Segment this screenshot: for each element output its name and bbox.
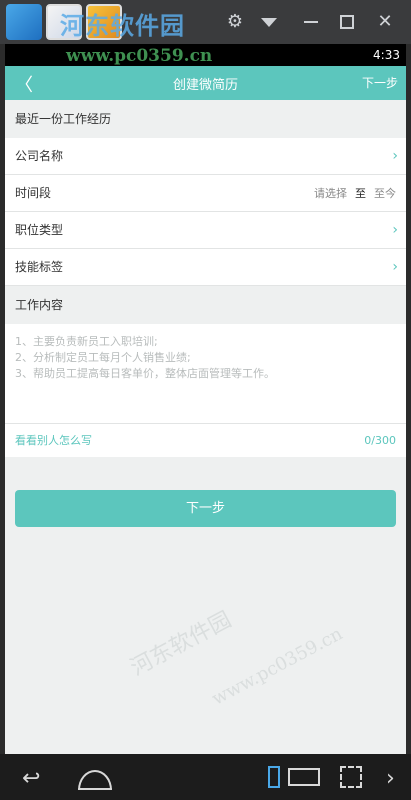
keyboard-icon[interactable]	[288, 768, 320, 786]
dropdown-icon[interactable]	[256, 9, 282, 35]
settings-icon[interactable]: ⚙	[222, 9, 248, 35]
app-screen: 〈 创建微简历 下一步 最近一份工作经历 公司名称 › 时间段 请选择至至今 职…	[5, 66, 406, 754]
section-recent-work: 最近一份工作经历	[5, 100, 406, 138]
job-type-row[interactable]: 职位类型 ›	[5, 212, 406, 249]
phone-mode-icon[interactable]	[268, 766, 280, 788]
minimize-icon[interactable]	[298, 9, 324, 35]
skill-tags-label: 技能标签	[15, 260, 64, 274]
watermark-brand: 河东软件园	[60, 12, 185, 40]
app-logo-icon	[6, 4, 42, 40]
textarea-footer: 看看别人怎么写 0/300	[5, 424, 406, 457]
chevron-right-icon: ›	[392, 148, 398, 164]
skill-tags-row[interactable]: 技能标签 ›	[5, 249, 406, 286]
fullscreen-icon[interactable]	[340, 766, 362, 788]
next-link[interactable]: 下一步	[362, 74, 398, 91]
home-icon[interactable]	[78, 770, 112, 790]
next-step-button[interactable]: 下一步	[15, 490, 396, 527]
period-to-text: 至	[355, 187, 366, 200]
nav-bar: 〈 创建微简历 下一步	[5, 66, 406, 100]
company-name-label: 公司名称	[15, 149, 64, 163]
work-content-textarea[interactable]: 1、主要负责新员工入职培训; 2、分析制定员工每月个人销售业绩; 3、帮助员工提…	[5, 324, 406, 424]
android-nav-bar: ↩ ›	[0, 754, 411, 800]
period-values: 请选择至至今	[314, 175, 396, 212]
period-end-select[interactable]: 至今	[374, 187, 396, 200]
char-counter: 0/300	[364, 434, 396, 447]
maximize-icon[interactable]	[334, 9, 360, 35]
watermark-diagonal: 河东软件园	[126, 607, 236, 682]
chevron-right-icon: ›	[392, 259, 398, 275]
chevron-right-icon[interactable]: ›	[386, 766, 395, 791]
period-start-select[interactable]: 请选择	[314, 187, 347, 200]
time-period-label: 时间段	[15, 186, 52, 200]
section-work-content: 工作内容	[5, 286, 406, 324]
placeholder-line: 2、分析制定员工每月个人销售业绩;	[15, 351, 191, 364]
watermark-diagonal: www.pc0359.cn	[208, 623, 347, 710]
company-name-row[interactable]: 公司名称 ›	[5, 138, 406, 175]
watermark-url: www.pc0359.cn	[66, 46, 213, 66]
page-title: 创建微简历	[172, 78, 238, 93]
status-time: 4:33	[373, 48, 400, 62]
placeholder-line: 3、帮助员工提高每日客单价，整体店面管理等工作。	[15, 367, 275, 380]
back-arrow-icon[interactable]: ↩	[22, 766, 40, 791]
job-type-label: 职位类型	[15, 223, 64, 237]
examples-link[interactable]: 看看别人怎么写	[15, 434, 92, 447]
close-icon[interactable]: ✕	[372, 9, 398, 35]
placeholder-line: 1、主要负责新员工入职培训;	[15, 335, 158, 348]
time-period-row: 时间段 请选择至至今	[5, 175, 406, 212]
emulator-titlebar: 河东软件园 ⚙ ✕	[0, 0, 411, 44]
chevron-right-icon: ›	[392, 222, 398, 238]
